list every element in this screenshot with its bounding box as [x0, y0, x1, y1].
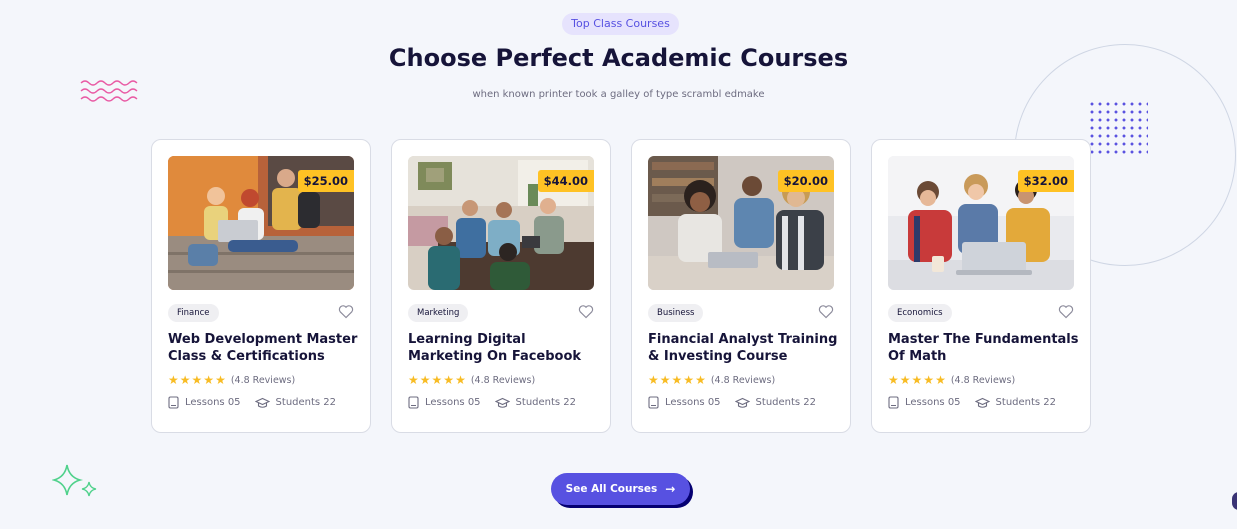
book-icon: [648, 396, 659, 409]
course-meta: Lessons 05 Students 22: [888, 396, 1070, 409]
rating: ★ ★ ★ ★ ★ (4.8 Reviews): [168, 373, 295, 387]
category-tag[interactable]: Marketing: [408, 304, 469, 322]
course-card[interactable]: $44.00 Marketing Learning Digital Market…: [391, 139, 611, 433]
book-icon: [408, 396, 419, 409]
star-icon: ★: [455, 373, 466, 387]
star-icon: ★: [168, 373, 179, 387]
students-count: Students 22: [275, 397, 337, 408]
star-icon: ★: [191, 373, 203, 387]
see-all-courses-button[interactable]: See All Courses →: [551, 473, 690, 505]
price-badge: $25.00: [297, 170, 354, 192]
course-title[interactable]: Financial Analyst Training & Investing C…: [648, 331, 840, 365]
lessons-count: Lessons 05: [185, 397, 241, 408]
review-count: (4.8 Reviews): [950, 374, 1016, 386]
price-badge: $32.00: [1017, 170, 1074, 192]
star-icon: ★: [648, 373, 659, 387]
star-icon: ★: [671, 373, 683, 387]
review-count: (4.8 Reviews): [710, 374, 776, 386]
category-tag[interactable]: Economics: [888, 304, 952, 322]
rating: ★ ★ ★ ★ ★ (4.8 Reviews): [648, 373, 775, 387]
decorative-sparkle-icon: [52, 464, 97, 497]
decorative-dot-grid: [1088, 100, 1148, 156]
star-icon: ★: [408, 373, 419, 387]
graduation-cap-icon: [494, 397, 510, 408]
section-title: Choose Perfect Academic Courses: [388, 44, 849, 72]
students-count: Students 22: [755, 397, 817, 408]
category-tag[interactable]: Finance: [168, 304, 219, 322]
star-icon: ★: [888, 373, 899, 387]
course-card[interactable]: $25.00 Finance Web Development Master Cl…: [151, 139, 371, 433]
category-tag[interactable]: Business: [648, 304, 704, 322]
course-title[interactable]: Learning Digital Marketing On Facebook: [408, 331, 600, 365]
price-badge: $44.00: [537, 170, 594, 192]
review-count: (4.8 Reviews): [470, 374, 536, 386]
star-icon: ★: [215, 373, 226, 387]
lessons-count: Lessons 05: [665, 397, 721, 408]
price-badge: $20.00: [777, 170, 834, 192]
course-thumbnail[interactable]: $44.00: [408, 156, 594, 290]
graduation-cap-icon: [974, 397, 990, 408]
course-thumbnail[interactable]: $32.00: [888, 156, 1074, 290]
star-icon: ★: [203, 373, 215, 387]
course-meta: Lessons 05 Students 22: [168, 396, 350, 409]
course-thumbnail[interactable]: $20.00: [648, 156, 834, 290]
graduation-cap-icon: [734, 397, 750, 408]
rating: ★ ★ ★ ★ ★ (4.8 Reviews): [888, 373, 1015, 387]
star-icon: ★: [923, 373, 935, 387]
course-title[interactable]: Master The Fundamentals Of Math: [888, 331, 1080, 365]
heart-icon[interactable]: [338, 304, 354, 319]
lessons-count: Lessons 05: [425, 397, 481, 408]
heart-icon[interactable]: [818, 304, 834, 319]
star-icon: ★: [419, 373, 431, 387]
star-icon: ★: [683, 373, 695, 387]
book-icon: [168, 396, 179, 409]
arrow-right-icon: →: [665, 482, 676, 496]
see-all-label: See All Courses: [565, 483, 658, 495]
students-count: Students 22: [515, 397, 577, 408]
heart-icon[interactable]: [1058, 304, 1074, 319]
star-icon: ★: [443, 373, 455, 387]
decorative-corner-dot: [1232, 492, 1237, 510]
graduation-cap-icon: [254, 397, 270, 408]
course-title[interactable]: Web Development Master Class & Certifica…: [168, 331, 360, 365]
rating: ★ ★ ★ ★ ★ (4.8 Reviews): [408, 373, 535, 387]
course-card[interactable]: $20.00 Business Financial Analyst Traini…: [631, 139, 851, 433]
book-icon: [888, 396, 899, 409]
heart-icon[interactable]: [578, 304, 594, 319]
course-meta: Lessons 05 Students 22: [648, 396, 830, 409]
lessons-count: Lessons 05: [905, 397, 961, 408]
star-icon: ★: [935, 373, 946, 387]
course-thumbnail[interactable]: $25.00: [168, 156, 354, 290]
course-meta: Lessons 05 Students 22: [408, 396, 590, 409]
course-card[interactable]: $32.00 Economics Master The Fundamentals…: [871, 139, 1091, 433]
section-badge: Top Class Courses: [562, 13, 679, 35]
students-count: Students 22: [995, 397, 1057, 408]
review-count: (4.8 Reviews): [230, 374, 296, 386]
star-icon: ★: [179, 373, 191, 387]
star-icon: ★: [911, 373, 923, 387]
star-icon: ★: [695, 373, 706, 387]
star-icon: ★: [431, 373, 443, 387]
star-icon: ★: [899, 373, 911, 387]
star-icon: ★: [659, 373, 671, 387]
section-subtitle: when known printer took a galley of type…: [472, 89, 765, 100]
